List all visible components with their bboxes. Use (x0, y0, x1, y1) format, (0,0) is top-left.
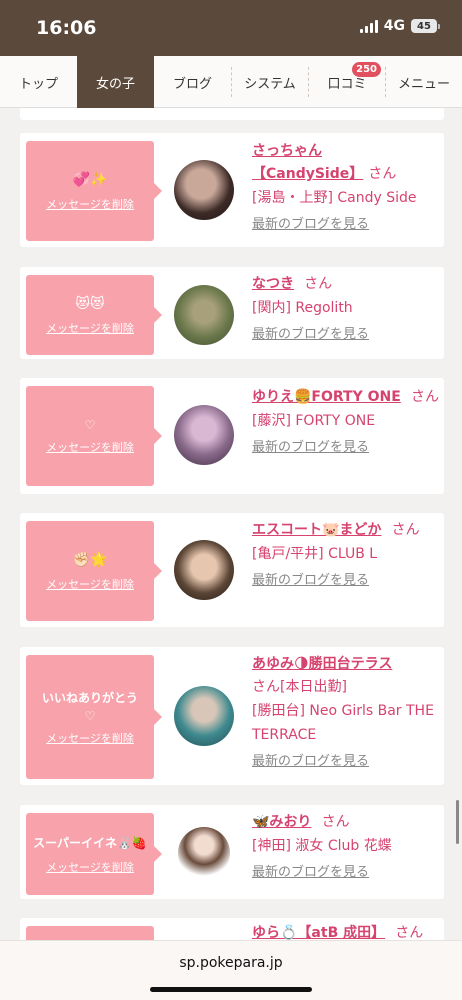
message-text: ♡ (84, 418, 96, 432)
message-box: いいねありがとう ♡ メッセージを削除 (26, 655, 162, 779)
shop-name: [湯島・上野] Candy Side (252, 190, 417, 206)
delete-message-link[interactable]: メッセージを削除 (46, 730, 134, 746)
list-item: 💞✨ メッセージを削除 さっちゃん【CandySide】 さん [湯島・上野] … (20, 133, 444, 247)
avatar[interactable] (174, 686, 234, 746)
girl-info: さっちゃん【CandySide】 さん [湯島・上野] Candy Side 最… (252, 140, 442, 236)
delete-message-link[interactable]: メッセージを削除 (46, 320, 134, 336)
message-box: ♡ メッセージを削除 (26, 386, 162, 486)
list-item (20, 108, 444, 120)
delete-message-link[interactable]: メッセージを削除 (46, 439, 134, 455)
battery-level: 45 (411, 19, 437, 33)
list-item: スーパーイイネ🐰🍓 メッセージを削除 🦋みおり さん [神田] 淑女 Club … (20, 805, 444, 899)
signal-icon (359, 19, 378, 33)
message-box (26, 926, 154, 940)
girl-info: 🦋みおり さん [神田] 淑女 Club 花蝶 最新のブログを見る (252, 811, 442, 884)
avatar[interactable] (174, 160, 234, 220)
home-indicator[interactable] (150, 987, 312, 992)
girl-name-link[interactable]: 🦋みおり (252, 814, 311, 830)
girl-info: ゆら💍【atB 成田】 さん (252, 922, 442, 940)
message-text: いいねありがとう (41, 691, 138, 705)
avatar[interactable] (174, 405, 234, 465)
message-box: スーパーイイネ🐰🍓 メッセージを削除 (26, 813, 162, 895)
avatar[interactable] (178, 827, 230, 879)
honorific: さん (368, 166, 397, 182)
girl-info: エスコート🐷まどか さん [亀戸/平井] CLUB L 最新のブログを見る (252, 519, 442, 592)
girl-name-link[interactable]: さっちゃん【CandySide】 (252, 143, 363, 182)
scrollbar[interactable] (456, 800, 459, 844)
latest-blog-link[interactable]: 最新のブログを見る (252, 437, 442, 459)
delete-message-link[interactable]: メッセージを削除 (46, 576, 134, 592)
honorific: さん (391, 522, 420, 538)
honorific: さん (395, 925, 424, 940)
tab-system[interactable]: システム (232, 56, 308, 108)
girl-name-link[interactable]: ゆら💍【atB 成田】 (252, 925, 385, 940)
honorific: さん[本日出勤] (252, 679, 347, 695)
honorific: さん (410, 389, 439, 405)
heart-icon: ♡ (84, 709, 96, 723)
status-bar: 16:06 4G 45 (0, 0, 462, 56)
girl-name-link[interactable]: なつき (252, 276, 294, 292)
girl-info: あゆみ🌗勝田台テラス さん[本日出勤] [勝田台] Neo Girls Bar … (252, 653, 442, 773)
message-box: 💞✨ メッセージを削除 (26, 141, 162, 241)
tab-menu[interactable]: メニュー (386, 56, 462, 108)
delete-message-link[interactable]: メッセージを削除 (46, 859, 134, 875)
honorific: さん (304, 276, 333, 292)
avatar[interactable] (174, 285, 234, 345)
tab-top[interactable]: トップ (0, 56, 77, 108)
shop-name: [関内] Regolith (252, 300, 353, 316)
shop-name: [勝田台] Neo Girls Bar THE TERRACE (252, 703, 434, 743)
shop-name: [神田] 淑女 Club 花蝶 (252, 838, 392, 854)
honorific: さん (321, 814, 350, 830)
url-text[interactable]: sp.pokepara.jp (0, 955, 462, 971)
nav-tabs: トップ 女の子 ブログ システム 口コミ 250 メニュー (0, 56, 462, 108)
list-item: ゆら💍【atB 成田】 さん (20, 918, 444, 940)
girl-name-link[interactable]: あゆみ🌗勝田台テラス (252, 653, 442, 676)
message-text: 😻😻 (75, 296, 105, 312)
tab-reviews[interactable]: 口コミ 250 (309, 56, 385, 108)
list-item: いいねありがとう ♡ メッセージを削除 あゆみ🌗勝田台テラス さん[本日出勤] … (20, 647, 444, 785)
battery-icon: 45 (411, 19, 440, 33)
list-item: ♡ メッセージを削除 ゆりえ🍔FORTY ONE さん [藤沢] FORTY O… (20, 378, 444, 494)
shop-name: [亀戸/平井] CLUB L (252, 546, 378, 562)
girls-list: 💞✨ メッセージを削除 さっちゃん【CandySide】 さん [湯島・上野] … (0, 108, 462, 940)
shop-name: [藤沢] FORTY ONE (252, 413, 376, 429)
network-type: 4G (383, 18, 405, 34)
browser-url-bar[interactable]: sp.pokepara.jp (0, 940, 462, 1000)
tab-blog[interactable]: ブログ (154, 56, 231, 108)
tab-girls[interactable]: 女の子 (77, 56, 154, 108)
latest-blog-link[interactable]: 最新のブログを見る (252, 570, 442, 592)
status-time: 16:06 (36, 17, 97, 39)
delete-message-link[interactable]: メッセージを削除 (46, 196, 134, 212)
message-box: 😻😻 メッセージを削除 (26, 275, 162, 355)
girl-info: ゆりえ🍔FORTY ONE さん [藤沢] FORTY ONE 最新のブログを見… (252, 386, 442, 459)
status-indicators: 4G 45 (359, 18, 440, 34)
reviews-count-badge: 250 (352, 62, 381, 77)
girl-name-link[interactable]: ゆりえ🍔FORTY ONE (252, 389, 401, 405)
message-text: スーパーイイネ🐰🍓 (33, 836, 147, 850)
list-item: ✊🏻🌟 メッセージを削除 エスコート🐷まどか さん [亀戸/平井] CLUB L… (20, 513, 444, 627)
list-item: 😻😻 メッセージを削除 なつき さん [関内] Regolith 最新のブログを… (20, 267, 444, 359)
latest-blog-link[interactable]: 最新のブログを見る (252, 751, 442, 773)
girl-info: なつき さん [関内] Regolith 最新のブログを見る (252, 273, 442, 346)
message-text: ✊🏻🌟 (72, 552, 108, 568)
message-box: ✊🏻🌟 メッセージを削除 (26, 521, 162, 621)
latest-blog-link[interactable]: 最新のブログを見る (252, 862, 442, 884)
girl-name-link[interactable]: エスコート🐷まどか (252, 522, 381, 538)
avatar[interactable] (174, 540, 234, 600)
message-text: 💞✨ (72, 172, 108, 188)
latest-blog-link[interactable]: 最新のブログを見る (252, 324, 442, 346)
latest-blog-link[interactable]: 最新のブログを見る (252, 214, 442, 236)
